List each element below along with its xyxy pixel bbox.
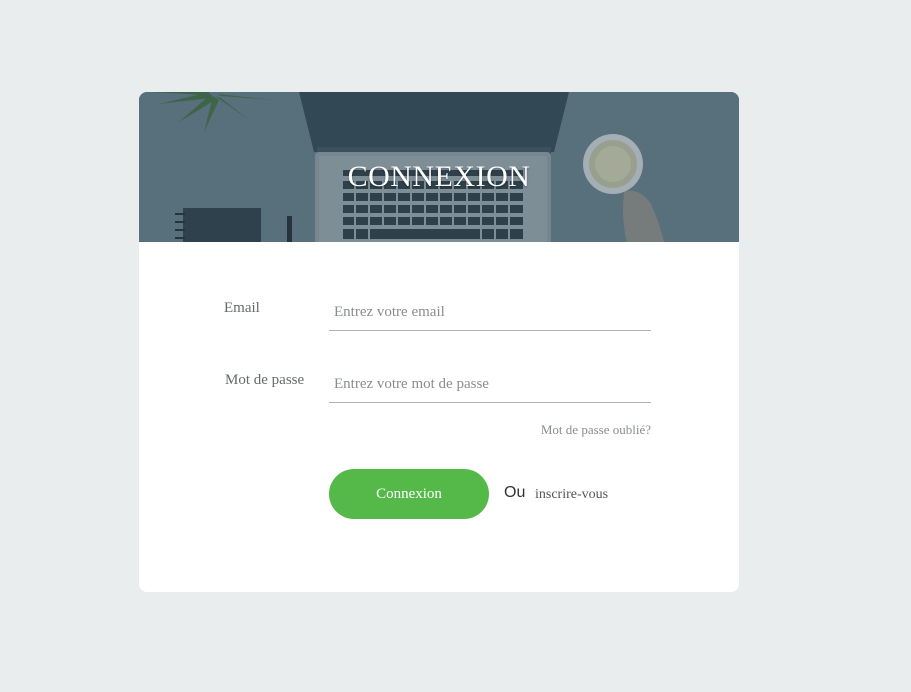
forgot-password-link[interactable]: Mot de passe oublié? — [541, 422, 651, 438]
password-field[interactable] — [329, 367, 651, 403]
page-title: CONNEXION — [347, 160, 531, 193]
signup-link[interactable]: inscrire-vous — [535, 487, 608, 503]
or-text: Ou — [504, 484, 526, 501]
login-button[interactable]: Connexion — [329, 469, 489, 519]
email-label: Email — [224, 300, 260, 316]
email-field[interactable] — [329, 295, 651, 331]
password-label: Mot de passe — [225, 372, 305, 388]
header-banner: CONNEXION — [139, 92, 739, 242]
login-card: CONNEXION Email Mot de passe Mot de pass… — [139, 92, 739, 592]
